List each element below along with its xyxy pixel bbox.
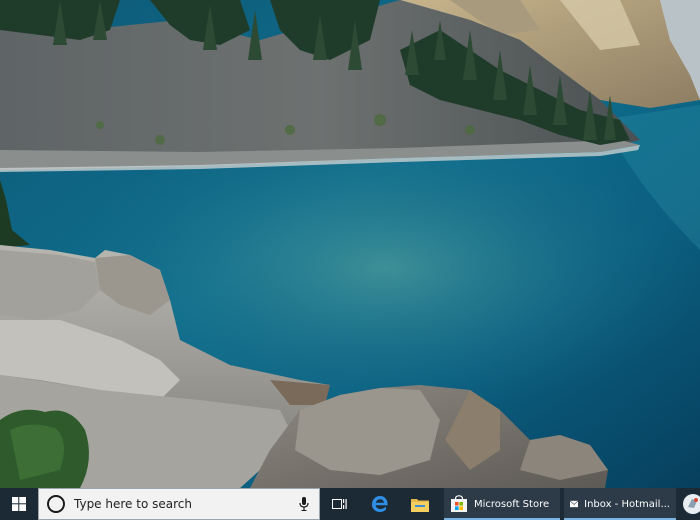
mail-envelope-icon — [570, 500, 579, 508]
desktop: Type here to search Microsoft Store Inbo… — [0, 0, 700, 520]
taskbar-app-microsoft-store[interactable]: Microsoft Store — [444, 488, 560, 520]
taskbar-tray-app[interactable] — [678, 488, 700, 520]
taskbar-app-mail[interactable]: Inbox - Hotmail... — [564, 488, 676, 520]
task-view-icon — [332, 499, 347, 509]
windows-logo-icon — [12, 497, 26, 511]
search-box[interactable]: Type here to search — [38, 488, 320, 520]
app-tray-icon — [683, 494, 700, 514]
edge-icon — [372, 496, 388, 512]
edge-button[interactable] — [360, 488, 400, 520]
task-view-button[interactable] — [320, 488, 360, 520]
taskbar: Type here to search Microsoft Store Inbo… — [0, 488, 700, 520]
taskbar-app-label: Inbox - Hotmail... — [584, 498, 670, 510]
store-bag-icon — [451, 495, 467, 512]
folder-icon — [411, 498, 429, 512]
search-placeholder: Type here to search — [74, 497, 192, 511]
microphone-icon[interactable] — [297, 496, 311, 512]
taskbar-app-label: Microsoft Store — [474, 498, 550, 510]
start-button[interactable] — [0, 488, 38, 520]
wallpaper-image — [0, 0, 700, 488]
cortana-circle-icon — [47, 495, 65, 513]
file-explorer-button[interactable] — [400, 488, 440, 520]
